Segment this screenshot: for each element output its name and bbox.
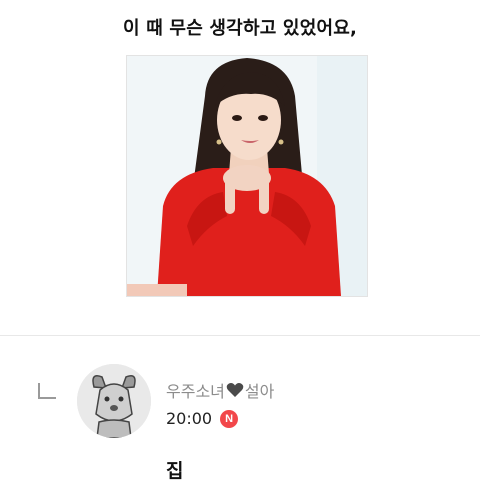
comment-text: 집: [166, 460, 184, 482]
comment-meta: 20:00 N: [166, 409, 239, 428]
post-title: 이 때 무슨 생각하고 있었어요,: [122, 18, 358, 39]
comment-time: 20:00: [166, 409, 213, 428]
dog-avatar-icon: [77, 364, 151, 438]
comment-author[interactable]: 우주소녀 설아: [166, 378, 274, 402]
author-name-part-2: 설아: [244, 382, 275, 401]
section-divider: [0, 335, 480, 336]
author-name-part-1: 우주소녀: [166, 382, 225, 401]
woman-in-red-sweater-image: [127, 56, 367, 296]
new-badge: N: [220, 409, 239, 428]
reply-arrow-icon: [38, 383, 56, 399]
avatar[interactable]: [77, 364, 151, 438]
heart-icon: [226, 383, 244, 397]
post-photo[interactable]: [126, 55, 368, 297]
